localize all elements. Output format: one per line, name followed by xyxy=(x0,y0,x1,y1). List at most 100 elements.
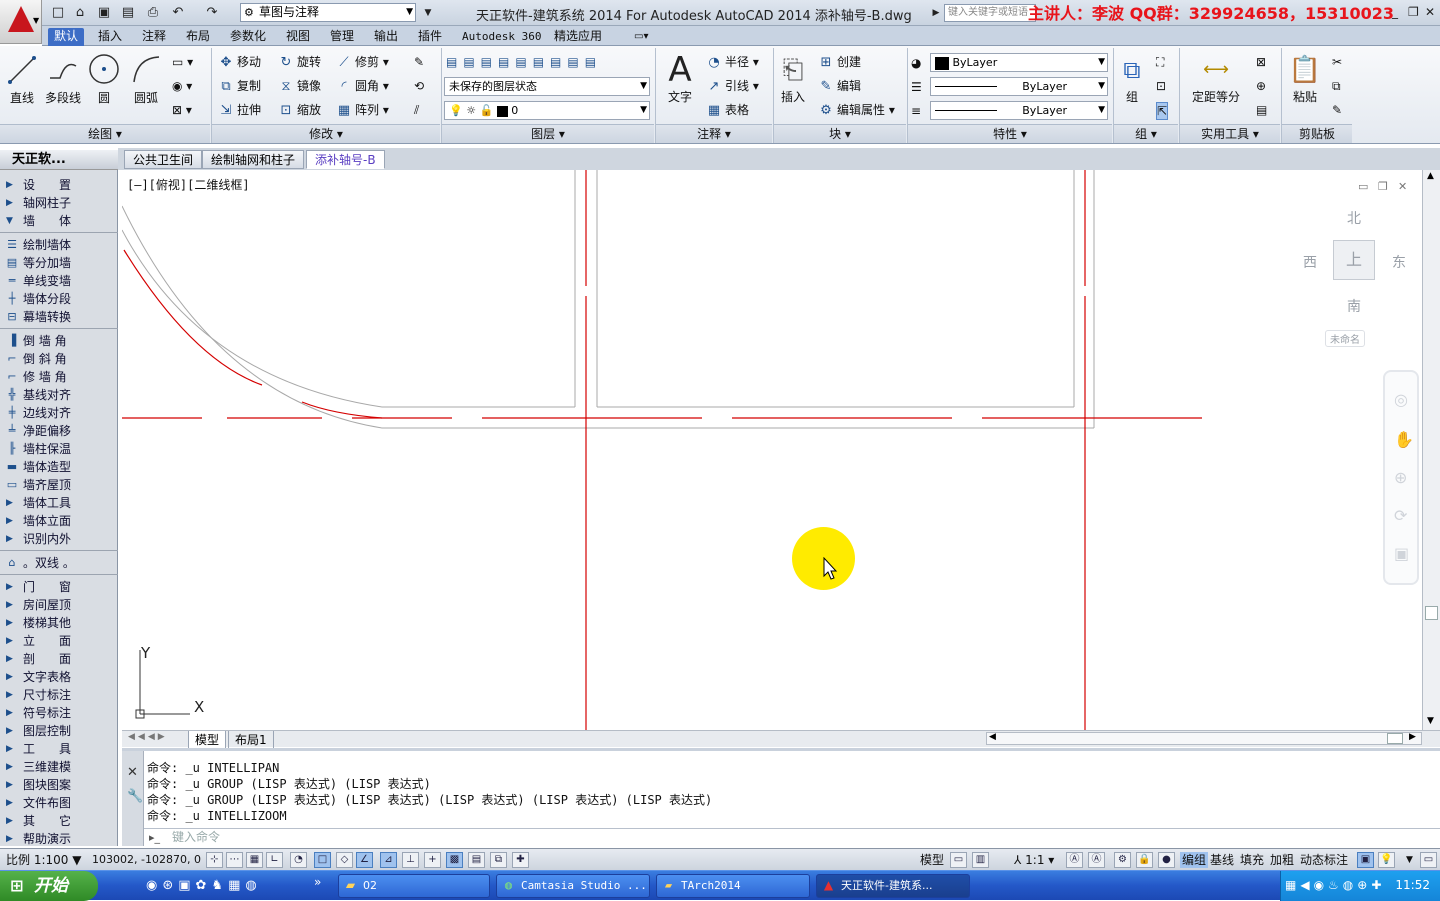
palette-command[interactable]: ┼ 墙体分段 xyxy=(0,290,118,308)
cut-icon[interactable]: ✂ xyxy=(1332,54,1342,70)
model-space-button[interactable]: 模型 xyxy=(920,852,944,868)
status-menu-icon[interactable]: ▼ xyxy=(1406,852,1413,868)
palette-category[interactable]: ▶ 尺寸标注 xyxy=(0,686,118,704)
palette-category[interactable]: ▶ 门 窗 xyxy=(0,578,118,596)
annotation-monitor-icon[interactable]: ✚ xyxy=(512,852,529,868)
draw-panel-title[interactable]: 绘图 ▾ xyxy=(0,124,210,143)
ungroup-icon[interactable]: ⛶ xyxy=(1156,54,1164,70)
tab-manage[interactable]: 管理 xyxy=(324,28,360,46)
groups-panel-title[interactable]: 组 ▾ xyxy=(1114,124,1178,143)
ucs-menu[interactable]: 未命名 xyxy=(1325,330,1365,347)
palette-category[interactable]: ▶ 楼梯其他 xyxy=(0,614,118,632)
minimize-button[interactable]: _ xyxy=(1392,5,1398,19)
palette-command[interactable]: ╟ 墙柱保温 xyxy=(0,440,118,458)
palette-category[interactable]: ▶ 文件布图 xyxy=(0,794,118,812)
toggle-baseline[interactable]: 基线 xyxy=(1210,852,1234,868)
orbit-icon[interactable]: ⟳ xyxy=(1394,506,1407,525)
palette-category[interactable]: ▶ 墙体立面 xyxy=(0,512,118,530)
close-button[interactable]: ✕ xyxy=(1425,5,1435,19)
create-block-button[interactable]: ⊞ 创建 xyxy=(818,54,861,71)
wrench-icon[interactable]: 🔧 xyxy=(127,789,143,804)
polar-icon[interactable]: ◔ xyxy=(290,852,307,868)
otrack-icon[interactable]: ∠ xyxy=(356,852,373,868)
tab-annotate[interactable]: 注释 xyxy=(136,28,172,46)
print-icon[interactable]: ⎙ xyxy=(145,5,161,21)
annotation-visibility-icon[interactable]: Ⓐ xyxy=(1066,852,1083,868)
palette-category[interactable]: ▶ 立 面 xyxy=(0,632,118,650)
toggle-fill[interactable]: 填充 xyxy=(1240,852,1264,868)
copy-button[interactable]: ⧉ 复制 xyxy=(218,78,261,95)
palette-command[interactable]: ⌐ 倒 斜 角 xyxy=(0,350,118,368)
leader-button[interactable]: ↗ 引线 ▾ xyxy=(706,78,759,95)
workspace-switch-icon[interactable]: ⚙ xyxy=(1114,852,1131,868)
utilities-panel-title[interactable]: 实用工具 ▾ xyxy=(1180,124,1280,143)
restore-button[interactable]: ❐ xyxy=(1408,5,1419,19)
viewcube-west[interactable]: 西 xyxy=(1303,252,1317,272)
trim-button[interactable]: ⟋ 修剪 ▾ xyxy=(336,54,388,71)
palette-command[interactable]: ▭ 墙齐屋顶 xyxy=(0,476,118,494)
tab-plugins[interactable]: 插件 xyxy=(412,28,448,46)
circle-button[interactable]: 圆 xyxy=(86,52,122,106)
palette-category[interactable]: ▶ 识别内外 xyxy=(0,530,118,548)
radius-button[interactable]: ◔ 半径 ▾ xyxy=(706,54,759,71)
lineweight-select[interactable]: ByLayer ▼ xyxy=(930,101,1108,120)
palette-category[interactable]: ▶ 工 具 xyxy=(0,740,118,758)
offset-icon[interactable]: ⫽ xyxy=(414,102,419,118)
steering-wheel-icon[interactable]: ◎ xyxy=(1394,390,1408,409)
erase-icon[interactable]: ✎ xyxy=(414,54,424,70)
close-icon[interactable]: ✕ xyxy=(127,765,138,780)
task-folder-02[interactable]: ▰ 02 xyxy=(338,874,490,898)
task-tangent-architecture[interactable]: ▲ 天正软件-建筑系... xyxy=(816,874,970,898)
quick-select-icon[interactable]: ⊠ xyxy=(1256,54,1266,70)
quick-launch-icons[interactable]: ◉⊛▣✿♞▦◍ xyxy=(146,878,262,893)
showmotion-icon[interactable]: ▣ xyxy=(1394,544,1409,563)
id-point-icon[interactable]: ⊕ xyxy=(1256,78,1266,94)
array-button[interactable]: ▦ 阵列 ▾ xyxy=(336,102,389,119)
quick-view-layouts-icon[interactable]: ▭ xyxy=(950,852,967,868)
layout-nav-arrows-icon[interactable]: ◀◀◀▶ xyxy=(128,732,168,742)
tab-autodesk-360[interactable]: Autodesk 360 xyxy=(456,28,547,46)
search-expand-icon[interactable]: ▶ xyxy=(928,5,944,21)
arc-button[interactable]: 圆弧 xyxy=(128,52,164,106)
viewcube-north[interactable]: 北 xyxy=(1347,208,1361,228)
viewcube-south[interactable]: 南 xyxy=(1347,296,1361,316)
hscroll-thumb[interactable] xyxy=(1387,733,1403,744)
transparency-icon[interactable]: ▩ xyxy=(446,852,463,868)
undo-icon[interactable]: ↶ xyxy=(170,5,186,21)
scroll-down-icon[interactable]: ▼ xyxy=(1427,716,1434,726)
tab-layout[interactable]: 布局 xyxy=(180,28,216,46)
palette-category[interactable]: ▶ 三维建模 xyxy=(0,758,118,776)
annotation-panel-title[interactable]: 注释 ▾ xyxy=(656,124,772,143)
edit-attributes-button[interactable]: ⚙ 编辑属性 ▾ xyxy=(818,102,895,119)
viewport-minimize-icon[interactable]: ▭ xyxy=(1358,180,1368,193)
tab-parametric[interactable]: 参数化 xyxy=(224,28,272,46)
viewcube-top-face[interactable]: 上 xyxy=(1333,240,1375,280)
palette-category[interactable]: ▶ 符号标注 xyxy=(0,704,118,722)
layers-panel-title[interactable]: 图层 ▾ xyxy=(442,124,654,143)
layer-state-select[interactable]: 未保存的图层状态 ▼ xyxy=(444,77,650,96)
palette-category[interactable]: ▶ 图层控制 xyxy=(0,722,118,740)
table-button[interactable]: ▦ 表格 xyxy=(706,102,749,119)
properties-panel-title[interactable]: 特性 ▾ xyxy=(908,124,1112,143)
qat-menu-icon[interactable]: ▼ xyxy=(420,5,436,21)
viewport-restore-icon[interactable]: ❐ xyxy=(1378,180,1388,193)
lineweight-toggle-icon[interactable]: + xyxy=(424,852,441,868)
insert-block-button[interactable]: ⎗ 插入 xyxy=(776,52,810,105)
toggle-dynamic-dim[interactable]: 动态标注 xyxy=(1300,852,1348,868)
doc-tab-grid-columns[interactable]: 绘制轴网和柱子 xyxy=(202,150,305,169)
layer-select[interactable]: 💡 ☼ 🔓 0 ▼ xyxy=(444,101,650,120)
quick-properties-icon[interactable]: ▤ xyxy=(468,852,485,868)
palette-category[interactable]: ▼ 墙 体 xyxy=(0,212,118,230)
snap-icon[interactable]: ⋯ xyxy=(226,852,243,868)
scroll-thumb[interactable] xyxy=(1425,606,1438,620)
coordinate-readout[interactable]: 103002, -102870, 0 xyxy=(92,852,201,868)
group-edit-icon[interactable]: ⊡ xyxy=(1156,78,1166,94)
linetype-icon[interactable]: ☰ xyxy=(911,79,922,95)
group-button[interactable]: ⧉ 组 xyxy=(1116,52,1148,105)
stretch-button[interactable]: ⇲ 拉伸 xyxy=(218,102,261,119)
ducs-icon[interactable]: ⊿ xyxy=(380,852,397,868)
match-properties-icon[interactable]: ✎ xyxy=(1332,102,1342,118)
color-select[interactable]: ByLayer ▼ xyxy=(930,53,1108,72)
palette-command[interactable]: ⊟ 幕墙转换 xyxy=(0,308,118,326)
palette-command[interactable]: ▐ 倒 墙 角 xyxy=(0,332,118,350)
